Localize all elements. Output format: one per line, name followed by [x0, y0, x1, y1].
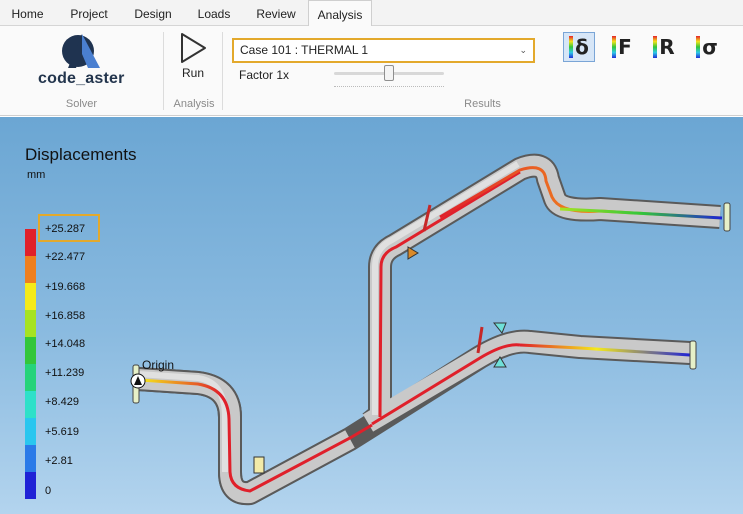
reaction-icon: R [659, 35, 675, 59]
color-scale-icon [569, 36, 574, 58]
ribbon-tab-bar: Home Project Design Loads Review Analysi… [0, 0, 743, 27]
displacement-icon: δ [575, 35, 589, 59]
tab-loads[interactable]: Loads [183, 0, 245, 26]
color-scale-icon [612, 36, 617, 58]
factor-slider-thumb[interactable] [384, 65, 394, 81]
color-scale-icon [653, 36, 658, 58]
load-case-value: Case 101 : THERMAL 1 [240, 43, 369, 57]
run-button-label: Run [181, 66, 204, 80]
tab-review[interactable]: Review [245, 0, 307, 26]
run-button[interactable] [170, 30, 216, 90]
reaction-button[interactable]: R [648, 32, 680, 62]
stress-button[interactable]: σ [691, 32, 723, 62]
color-scale-icon [696, 36, 701, 58]
force-button[interactable]: F [606, 32, 638, 62]
factor-label: Factor 1x [239, 68, 290, 82]
load-case-dropdown[interactable]: Case 101 : THERMAL 1 ⌄ [232, 38, 535, 63]
code-aster-logo-icon [62, 34, 100, 68]
stress-icon: σ [702, 35, 718, 59]
group-divider [163, 32, 164, 110]
play-icon [181, 33, 206, 63]
group-label-solver: Solver [65, 98, 98, 110]
solver-logo-text: code_aster [38, 70, 125, 87]
group-label-results: Results [464, 98, 501, 110]
origin-label: Origin [142, 358, 175, 372]
tab-design[interactable]: Design [123, 0, 183, 26]
tab-home[interactable]: Home [0, 0, 55, 26]
ribbon-panel: code_aster Solver Run Analysis Case 101 … [0, 26, 743, 116]
group-label-analysis: Analysis [173, 98, 215, 110]
displacement-button[interactable]: δ [563, 32, 595, 62]
tab-analysis[interactable]: Analysis [308, 0, 372, 27]
force-icon: F [618, 35, 632, 59]
chevron-down-icon: ⌄ [519, 45, 527, 55]
3d-viewport[interactable]: Displacements mm +25.287 +22.477 +19.668… [0, 117, 743, 514]
tab-project[interactable]: Project [55, 0, 123, 26]
factor-slider-ticks [334, 86, 444, 89]
pipe-model-render [130, 153, 731, 506]
